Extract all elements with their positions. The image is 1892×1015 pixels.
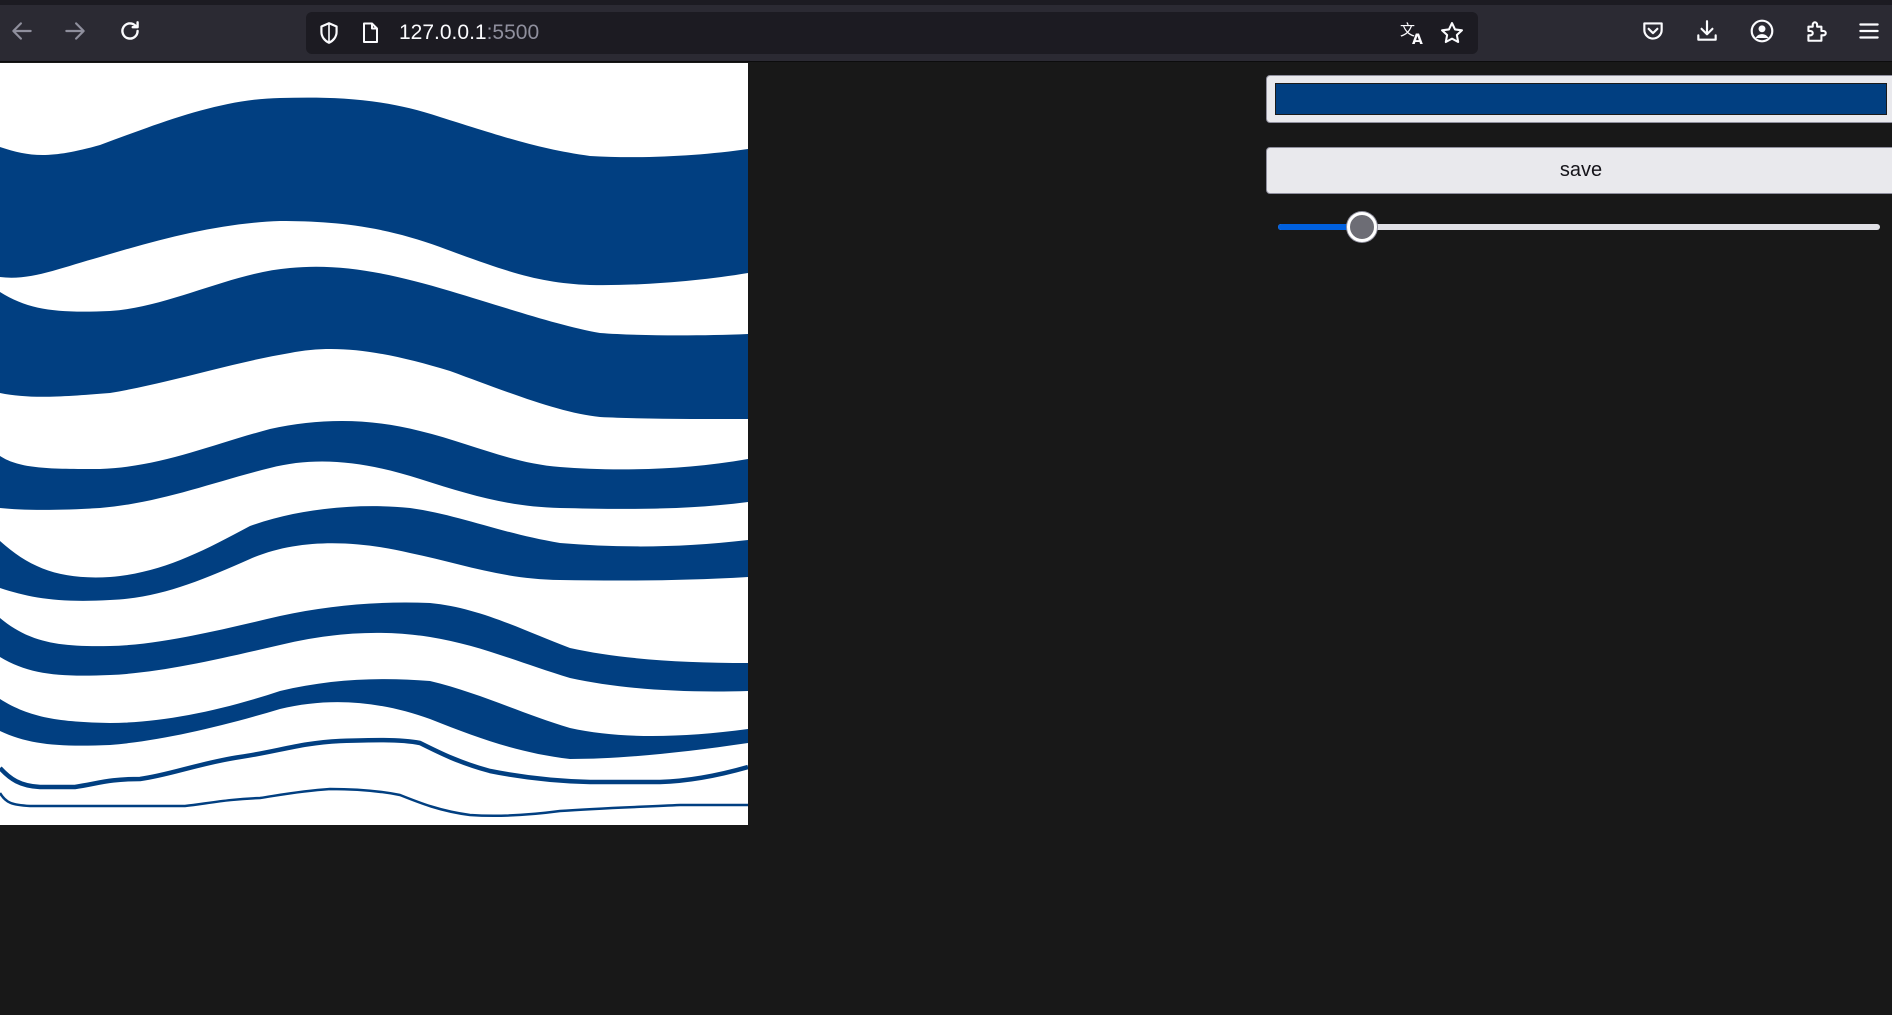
- wave-drawing: [0, 97, 748, 818]
- menu-icon: [1859, 23, 1879, 39]
- url-text[interactable]: 127.0.0.1:5500: [399, 21, 539, 45]
- page-icon[interactable]: [358, 20, 382, 46]
- back-arrow-icon: [12, 22, 32, 40]
- forward-button[interactable]: [58, 14, 92, 48]
- wave-band-6: [0, 679, 748, 759]
- wave-band-3: [0, 420, 748, 510]
- translate-icon[interactable]: 文 A: [1399, 20, 1427, 46]
- pocket-button[interactable]: [1636, 14, 1670, 48]
- wave-band-4: [0, 506, 748, 601]
- download-icon: [1697, 20, 1717, 41]
- svg-text:A: A: [1412, 32, 1423, 46]
- drawing-canvas[interactable]: [0, 63, 748, 825]
- color-swatch: [1275, 83, 1887, 115]
- wave-band-1: [0, 97, 748, 286]
- account-button[interactable]: [1745, 14, 1779, 48]
- page-content: save: [0, 63, 1892, 1015]
- forward-arrow-icon: [65, 22, 85, 40]
- extensions-button[interactable]: [1799, 14, 1833, 48]
- menu-button[interactable]: [1852, 14, 1886, 48]
- browser-toolbar: 127.0.0.1:5500 文 A: [0, 0, 1892, 62]
- color-picker-input[interactable]: [1266, 75, 1892, 123]
- back-button[interactable]: [5, 14, 39, 48]
- url-host: 127.0.0.1: [399, 21, 487, 44]
- pocket-icon: [1643, 22, 1663, 40]
- address-bar[interactable]: 127.0.0.1:5500 文 A: [306, 12, 1478, 54]
- url-port: :5500: [486, 21, 540, 44]
- extensions-icon: [1807, 21, 1827, 42]
- slider-thumb[interactable]: [1347, 212, 1377, 242]
- reload-icon: [121, 21, 139, 40]
- wave-band-2: [0, 266, 748, 419]
- save-button[interactable]: save: [1266, 147, 1892, 194]
- tab-strip: [0, 0, 1892, 5]
- stroke-width-slider[interactable]: [1278, 212, 1880, 242]
- wave-band-5: [0, 602, 748, 692]
- wave-line-2: [0, 787, 748, 818]
- downloads-button[interactable]: [1690, 14, 1724, 48]
- star-icon[interactable]: [1439, 20, 1465, 46]
- wave-strokes: [0, 97, 748, 759]
- account-icon: [1750, 19, 1774, 43]
- reload-button[interactable]: [113, 14, 147, 48]
- shield-icon[interactable]: [316, 20, 342, 46]
